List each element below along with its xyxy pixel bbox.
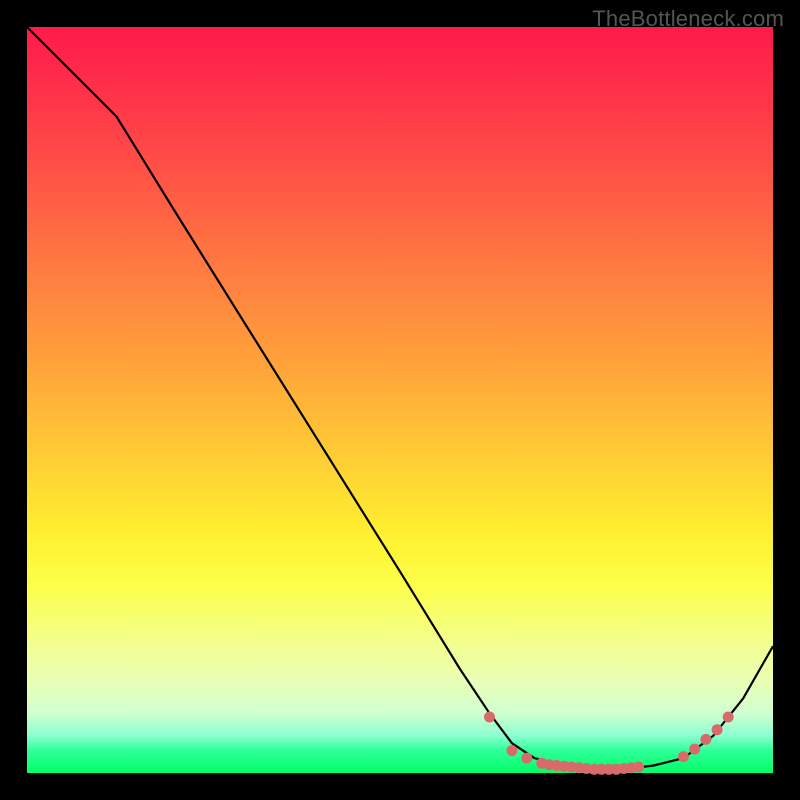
marker-point	[689, 744, 700, 755]
marker-group	[484, 712, 734, 775]
chart-area	[27, 27, 773, 773]
marker-point	[723, 712, 734, 723]
marker-point	[521, 753, 532, 764]
curve-line	[27, 27, 773, 769]
marker-point	[633, 762, 644, 773]
chart-svg	[27, 27, 773, 773]
marker-point	[484, 712, 495, 723]
marker-point	[506, 745, 517, 756]
marker-point	[700, 734, 711, 745]
marker-point	[712, 724, 723, 735]
marker-point	[678, 751, 689, 762]
